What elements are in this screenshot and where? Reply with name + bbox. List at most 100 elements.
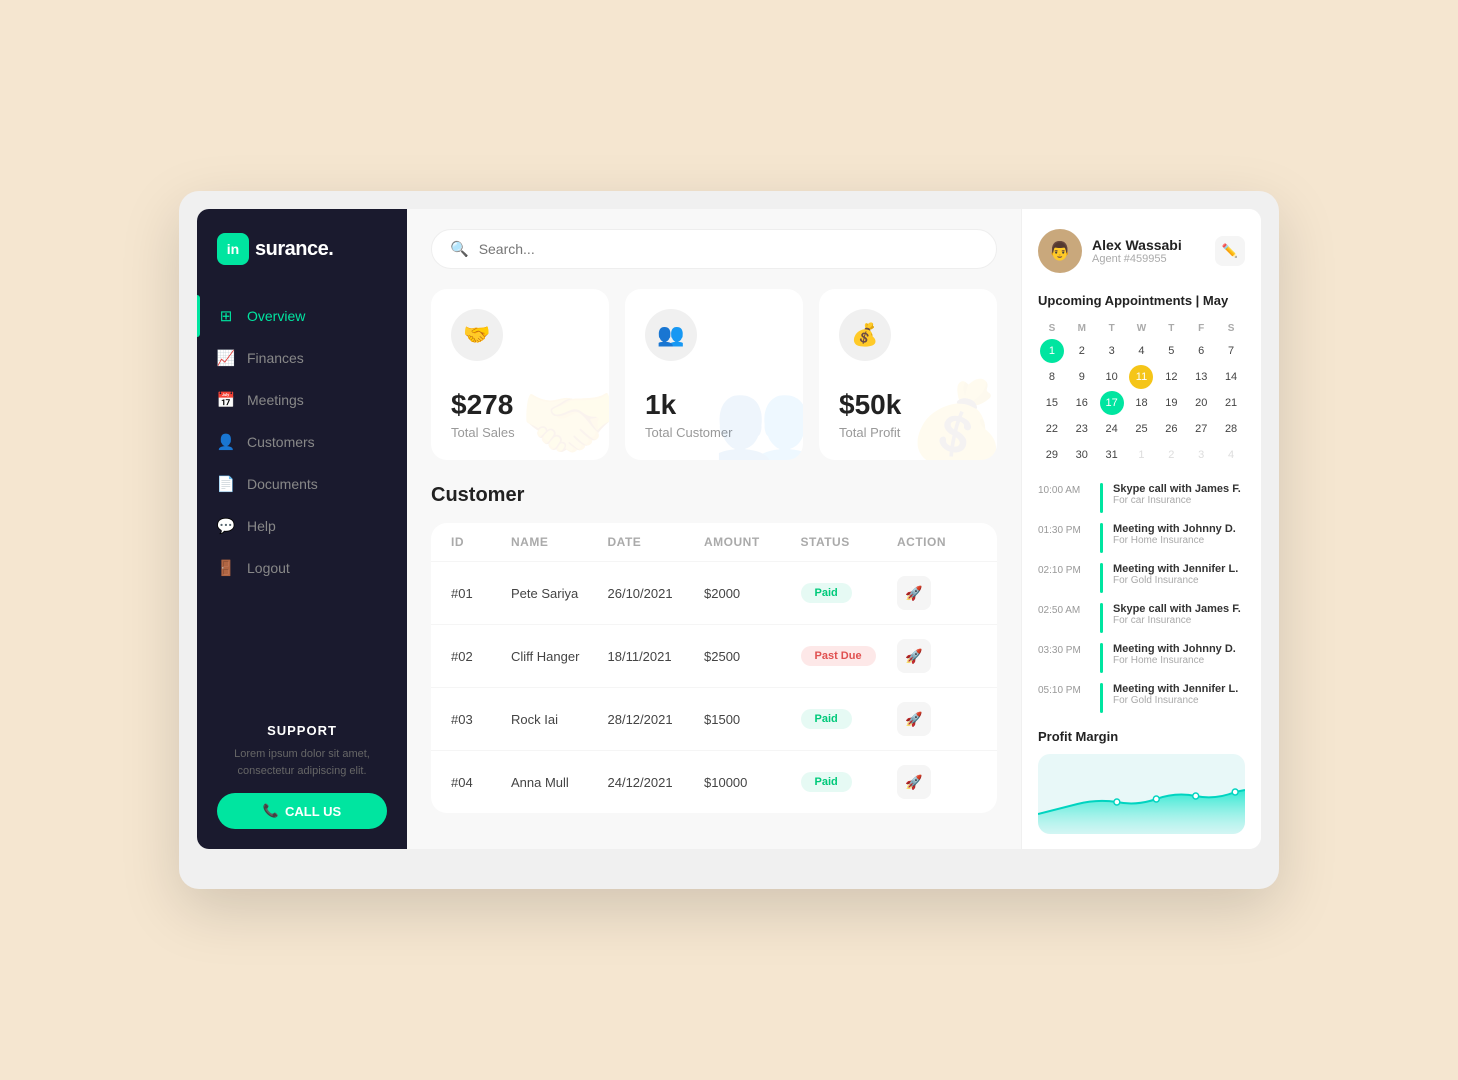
cal-day-23[interactable]: 23 [1070,417,1094,441]
row-date: 18/11/2021 [608,649,705,664]
row-status: Past Due [801,646,898,666]
cal-day-10[interactable]: 10 [1100,365,1124,389]
cal-day-4[interactable]: 4 [1129,339,1153,363]
col-date: DATE [608,535,705,549]
row-status: Paid [801,709,898,729]
cal-day-14[interactable]: 14 [1219,365,1243,389]
sidebar-item-label: Documents [247,476,318,492]
cal-day-26[interactable]: 26 [1159,417,1183,441]
stat-card-total-customer: 👥 1k Total Customer 👥 [625,289,803,460]
phone-icon: 📞 [263,803,279,819]
cal-day-9[interactable]: 9 [1070,365,1094,389]
customer-section-title: Customer [431,484,997,507]
sidebar-nav: ⊞ Overview 📈 Finances 📅 Meetings 👤 Custo… [197,285,407,703]
cal-day-24[interactable]: 24 [1100,417,1124,441]
cal-day-13[interactable]: 13 [1189,365,1213,389]
cal-weekday: M [1068,320,1096,337]
apt-title: Meeting with Johnny D. [1113,523,1236,535]
cal-weekday: S [1217,320,1245,337]
calendar-grid: S M T W T F S 1 2 3 4 5 6 7 8 9 10 11 12… [1038,320,1245,467]
cal-day-3[interactable]: 3 [1100,339,1124,363]
right-panel: 👨 Alex Wassabi Agent #459955 ✏️ Upcoming… [1021,209,1261,849]
cal-weekday: T [1098,320,1126,337]
cal-day-18[interactable]: 18 [1129,391,1153,415]
cal-day-17[interactable]: 17 [1100,391,1124,415]
action-button[interactable]: 🚀 [897,702,931,736]
calendar-title: Upcoming Appointments | May [1038,293,1245,308]
row-id: #01 [451,586,511,601]
cal-day-11[interactable]: 11 [1129,365,1153,389]
documents-icon: 📄 [217,475,235,493]
cal-weekday: F [1187,320,1215,337]
row-amount: $2000 [704,586,801,601]
table-row: #03 Rock Iai 28/12/2021 $1500 Paid 🚀 [431,687,997,750]
apt-title: Skype call with James F. [1113,483,1241,495]
profit-margin-title: Profit Margin [1038,729,1245,744]
apt-time: 03:30 PM [1038,643,1090,656]
support-title: SUPPORT [217,723,387,738]
cal-day-2[interactable]: 2 [1070,339,1094,363]
apt-title: Skype call with James F. [1113,603,1241,615]
search-input[interactable] [479,241,978,257]
action-button[interactable]: 🚀 [897,765,931,799]
cal-day-27[interactable]: 27 [1189,417,1213,441]
cal-day-21[interactable]: 21 [1219,391,1243,415]
cal-day-30[interactable]: 30 [1070,443,1094,467]
cal-day-33[interactable]: 2 [1159,443,1183,467]
sidebar-item-overview[interactable]: ⊞ Overview [197,295,407,337]
stat-card-total-sales: 🤝 $278 Total Sales 🤝 [431,289,609,460]
cal-day-5[interactable]: 5 [1159,339,1183,363]
call-us-button[interactable]: 📞 CALL US [217,793,387,829]
cal-day-31[interactable]: 31 [1100,443,1124,467]
cal-day-35[interactable]: 4 [1219,443,1243,467]
row-status: Paid [801,583,898,603]
apt-title: Meeting with Johnny D. [1113,643,1236,655]
cal-day-6[interactable]: 6 [1189,339,1213,363]
col-status: STATUS [801,535,898,549]
cal-day-28[interactable]: 28 [1219,417,1243,441]
cal-day-20[interactable]: 20 [1189,391,1213,415]
cal-day-34[interactable]: 3 [1189,443,1213,467]
cal-day-15[interactable]: 15 [1040,391,1064,415]
sidebar-item-logout[interactable]: 🚪 Logout [197,547,407,589]
apt-time: 05:10 PM [1038,683,1090,696]
col-name: NAME [511,535,608,549]
cal-day-29[interactable]: 29 [1040,443,1064,467]
sidebar-item-label: Help [247,518,276,534]
row-name: Rock Iai [511,712,608,727]
cal-day-7[interactable]: 7 [1219,339,1243,363]
sidebar-item-customers[interactable]: 👤 Customers [197,421,407,463]
sidebar-item-meetings[interactable]: 📅 Meetings [197,379,407,421]
cal-day-22[interactable]: 22 [1040,417,1064,441]
cal-weekday: W [1128,320,1156,337]
cal-day-32[interactable]: 1 [1129,443,1153,467]
action-button[interactable]: 🚀 [897,639,931,673]
apt-sub: For car Insurance [1113,615,1241,626]
user-name: Alex Wassabi [1092,237,1182,253]
help-icon: 💬 [217,517,235,535]
cal-day-25[interactable]: 25 [1129,417,1153,441]
cal-day-8[interactable]: 8 [1040,365,1064,389]
appointment-item: 03:30 PM Meeting with Johnny D. For Home… [1038,643,1245,673]
apt-title: Meeting with Jennifer L. [1113,563,1238,575]
customers-icon: 👤 [217,433,235,451]
row-id: #03 [451,712,511,727]
action-button[interactable]: 🚀 [897,576,931,610]
table-row: #04 Anna Mull 24/12/2021 $10000 Paid 🚀 [431,750,997,813]
cal-day-12[interactable]: 12 [1159,365,1183,389]
edit-profile-button[interactable]: ✏️ [1215,236,1245,266]
apt-time: 01:30 PM [1038,523,1090,536]
sidebar-item-documents[interactable]: 📄 Documents [197,463,407,505]
appointments-list: 10:00 AM Skype call with James F. For ca… [1038,483,1245,713]
avatar: 👨 [1038,229,1082,273]
sidebar-item-finances[interactable]: 📈 Finances [197,337,407,379]
apt-time: 02:50 AM [1038,603,1090,616]
support-text: Lorem ipsum dolor sit amet, consectetur … [217,746,387,779]
row-id: #02 [451,649,511,664]
search-bar[interactable]: 🔍 [431,229,997,269]
cal-day-1[interactable]: 1 [1040,339,1064,363]
cal-day-16[interactable]: 16 [1070,391,1094,415]
cal-day-19[interactable]: 19 [1159,391,1183,415]
main-content: 🔍 🤝 $278 Total Sales 🤝 👥 1k Total Custom… [407,209,1021,849]
sidebar-item-help[interactable]: 💬 Help [197,505,407,547]
